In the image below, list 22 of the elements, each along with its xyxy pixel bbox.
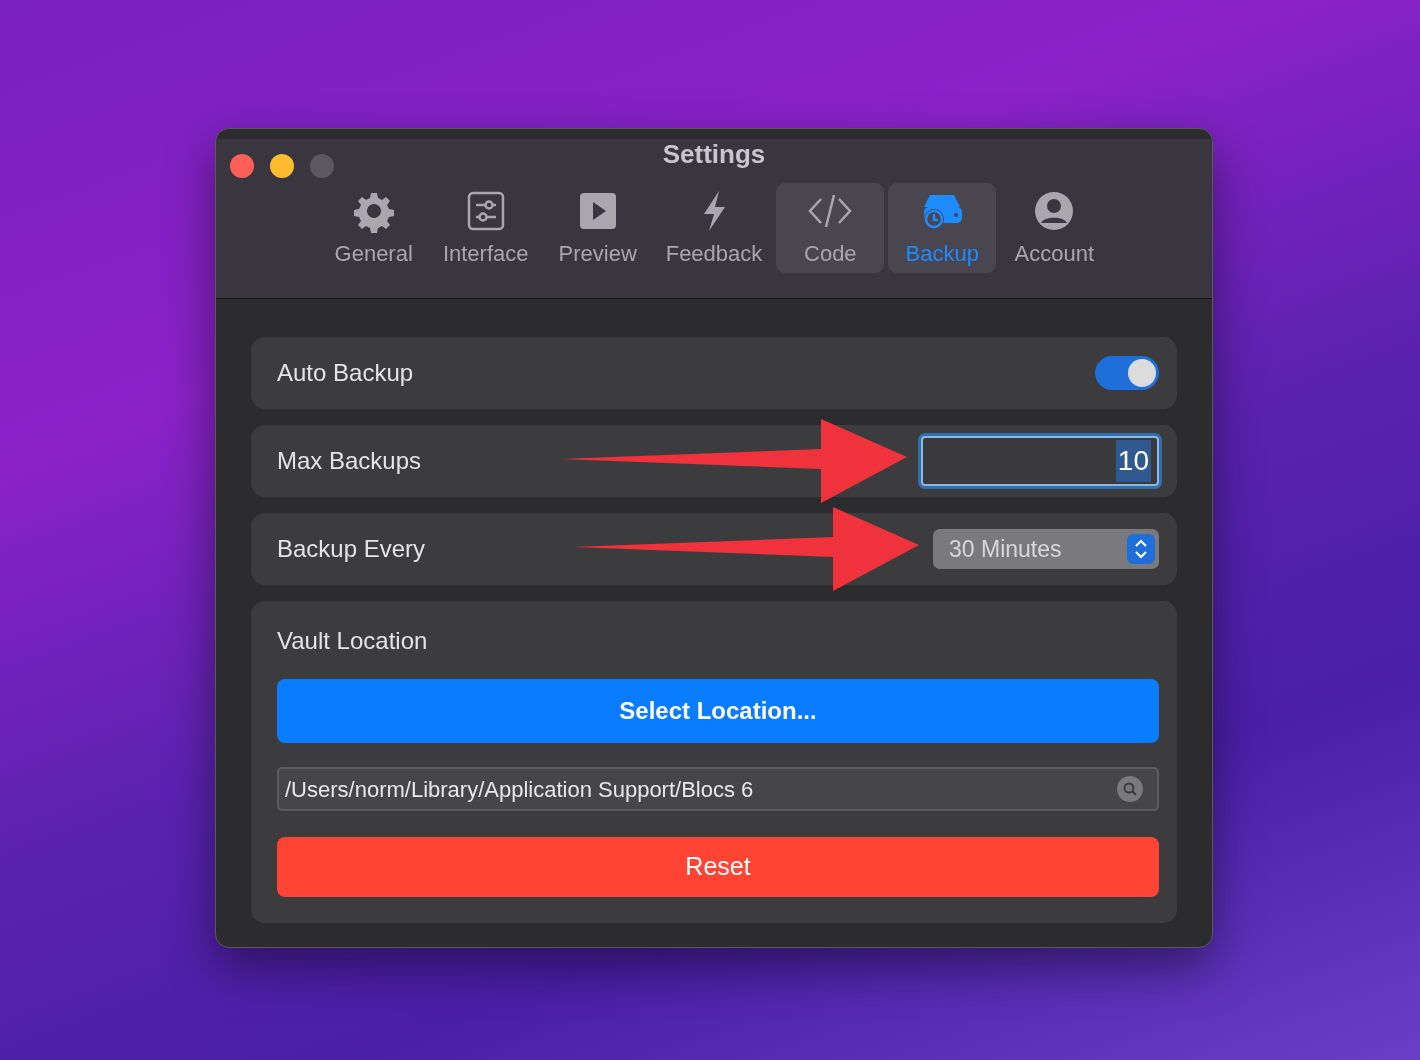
toolbar-tab[interactable]: Account	[1000, 183, 1109, 273]
dropdown[interactable]: 30 Minutes	[933, 529, 1159, 569]
search-icon	[1117, 776, 1143, 802]
toolbar-tab[interactable]: Code	[776, 183, 885, 273]
toolbar-tab[interactable]: Interface	[431, 183, 540, 273]
close-button[interactable]	[230, 154, 254, 178]
toolbar-tab[interactable]: Preview	[543, 183, 652, 273]
toolbar-tab[interactable]: Feedback	[655, 183, 773, 273]
setting-label: Backup Every	[277, 534, 426, 564]
toolbar-tab[interactable]: General	[319, 183, 428, 273]
setting-label: Auto Backup	[277, 358, 414, 388]
toolbar-tab[interactable]: Backup	[888, 183, 997, 273]
setting-label: Max Backups	[277, 446, 422, 476]
path-field[interactable]: /Users/norm/Library/Application Support/Blocs 6	[277, 767, 1159, 811]
window-title: Settings	[662, 139, 766, 169]
reset-button[interactable]: Reset	[277, 837, 1159, 897]
number-field[interactable]: 10	[921, 436, 1159, 486]
chevron-updown-icon	[1127, 534, 1155, 564]
minimize-button[interactable]	[270, 154, 294, 178]
toggle-switch[interactable]	[1095, 356, 1159, 390]
section-label: Vault Location	[277, 626, 429, 656]
select-location-button[interactable]: Select Location...	[277, 679, 1159, 743]
